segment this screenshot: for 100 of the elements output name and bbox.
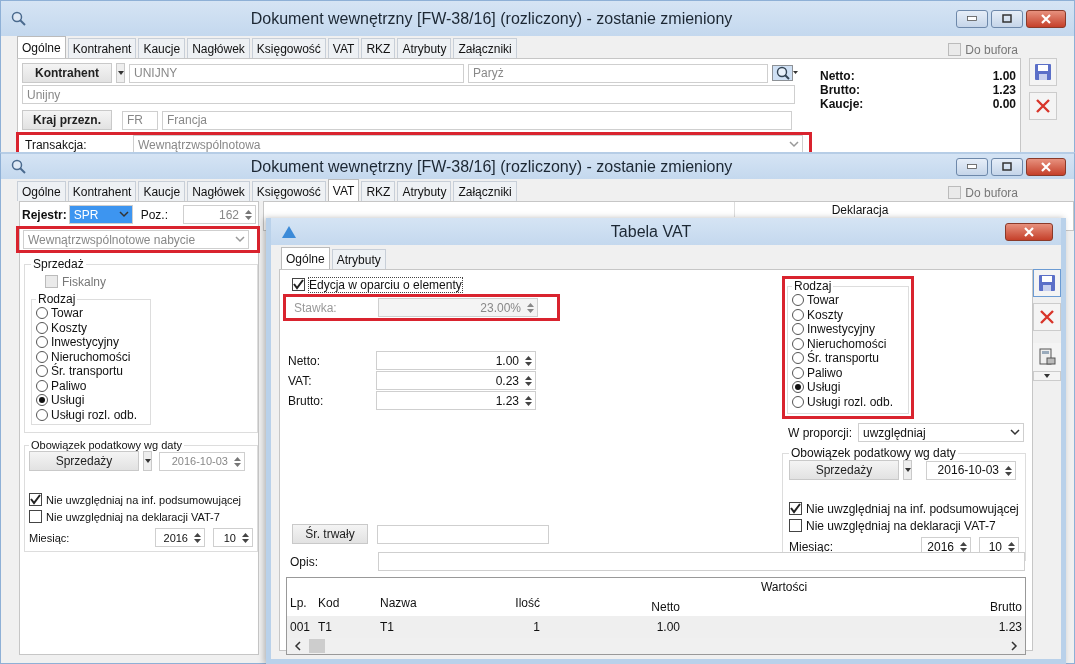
maximize-button[interactable] [991, 157, 1023, 176]
calculator-icon [1038, 348, 1056, 366]
checkbox[interactable] [29, 510, 42, 523]
contractor-button[interactable]: Kontrahent [22, 63, 112, 83]
close-icon [1024, 226, 1034, 237]
dropdown-button[interactable] [143, 451, 152, 471]
tab[interactable]: Kontrahent [67, 38, 137, 58]
spin-arrows-icon [233, 454, 242, 469]
dropdown-button[interactable] [116, 63, 125, 83]
minimize-button[interactable] [956, 157, 988, 176]
checkbox[interactable] [789, 519, 802, 532]
column-header: Brutto [989, 599, 1023, 616]
group-title: Rodzaj [793, 279, 833, 293]
fixed-asset-field[interactable] [377, 524, 549, 544]
checkbox[interactable] [948, 43, 962, 56]
tab[interactable]: VAT [327, 179, 360, 202]
fixed-asset-button[interactable]: Śr. trwały [292, 524, 368, 544]
checkbox[interactable] [789, 502, 802, 515]
dropdown-button[interactable] [903, 460, 912, 480]
date-field[interactable]: 2016-10-03 [159, 451, 245, 471]
radio-button[interactable] [36, 379, 48, 392]
position-field[interactable]: 162 [182, 205, 256, 224]
transaction-dropdown[interactable]: Wewnątrzwspólnotowa [133, 135, 803, 152]
country-field[interactable]: Francja [162, 110, 792, 130]
tab[interactable]: Kaucje [138, 38, 186, 58]
horizontal-scrollbar[interactable] [287, 638, 1025, 654]
country-code-field[interactable]: FR [122, 110, 158, 130]
radio-button[interactable] [792, 337, 804, 350]
radio-button[interactable] [792, 366, 804, 379]
column-header: Deklaracja [831, 203, 889, 217]
amount-field[interactable]: 1.00 [376, 351, 536, 370]
month-field[interactable]: 10 [213, 528, 253, 547]
tab[interactable]: RKZ [361, 38, 396, 58]
name-field[interactable]: Unijny [22, 85, 795, 104]
tab[interactable]: Kaucje [138, 181, 186, 201]
tab[interactable]: Atrybuty [397, 181, 452, 201]
radio-button[interactable] [36, 365, 48, 378]
spin-arrows-icon [241, 531, 250, 545]
save-button[interactable] [1029, 58, 1057, 86]
date-field[interactable]: 2016-10-03 [926, 460, 1016, 480]
tab[interactable]: Ogólne [17, 181, 66, 201]
cancel-button[interactable] [1029, 92, 1057, 120]
year-field[interactable]: 2016 [155, 528, 205, 547]
checkbox[interactable] [948, 186, 962, 199]
tab[interactable]: VAT [327, 38, 360, 58]
minimize-button[interactable] [956, 9, 988, 28]
tab[interactable]: Księgowość [251, 38, 326, 58]
radio-button[interactable] [792, 395, 804, 408]
radio-button[interactable] [36, 394, 48, 407]
checkbox[interactable] [292, 278, 305, 291]
tab[interactable]: Ogólne [17, 36, 66, 59]
checkbox[interactable] [29, 493, 42, 506]
tab[interactable]: Załączniki [453, 181, 517, 201]
tab[interactable]: Ogólne [281, 247, 330, 270]
tab[interactable]: Atrybuty [397, 38, 452, 58]
radio-button[interactable] [792, 352, 804, 365]
caret-icon [117, 71, 124, 75]
radio-button[interactable] [36, 336, 48, 349]
description-field[interactable] [378, 552, 1025, 571]
close-button[interactable] [1005, 222, 1053, 241]
radio-button[interactable] [792, 294, 804, 307]
maximize-icon [1002, 14, 1012, 23]
code-field[interactable]: UNIJNY [129, 63, 464, 83]
cancel-button[interactable] [1033, 303, 1061, 331]
radio-button[interactable] [792, 323, 804, 336]
tab[interactable]: RKZ [361, 181, 396, 201]
amount-label: VAT: [288, 373, 313, 388]
radio-button[interactable] [792, 308, 804, 321]
scrollbar-thumb[interactable] [309, 639, 325, 653]
amount-field[interactable]: 0.23 [376, 371, 536, 390]
date-type-button[interactable]: Sprzedaży [29, 451, 139, 471]
radio-button[interactable] [36, 350, 48, 363]
tab[interactable]: Kontrahent [67, 181, 137, 201]
date-type-button[interactable]: Sprzedaży [789, 460, 899, 480]
country-button[interactable]: Kraj przezn. [22, 110, 112, 130]
close-button[interactable] [1026, 9, 1066, 28]
total-value: 0.00 [992, 97, 1016, 111]
city-field[interactable]: Paryż [468, 63, 768, 83]
proportion-dropdown[interactable]: uwzględniaj [858, 423, 1024, 442]
close-button[interactable] [1026, 157, 1066, 176]
save-button[interactable] [1033, 269, 1061, 297]
transaction-type-dropdown[interactable]: Wewnątrzwspólnotowe nabycie [23, 230, 249, 249]
spin-arrows-icon [524, 354, 533, 368]
dropdown-button[interactable] [1033, 371, 1061, 381]
maximize-button[interactable] [991, 9, 1023, 28]
tab[interactable]: Nagłówek [187, 181, 250, 201]
radio-button[interactable] [36, 307, 48, 320]
tab[interactable]: Atrybuty [331, 249, 386, 269]
cross-icon [1034, 97, 1052, 115]
radio-button[interactable] [36, 321, 48, 334]
table-cell: 1.00 [543, 616, 683, 638]
amount-field[interactable]: 1.23 [376, 391, 536, 410]
tab[interactable]: Nagłówek [187, 38, 250, 58]
scroll-right-icon[interactable] [1009, 641, 1019, 651]
tab[interactable]: Księgowość [251, 181, 326, 201]
tab[interactable]: Załączniki [453, 38, 517, 58]
radio-button[interactable] [36, 408, 48, 421]
radio-button[interactable] [792, 381, 804, 394]
scroll-left-icon[interactable] [293, 641, 303, 651]
column-header: Kod [317, 595, 341, 612]
